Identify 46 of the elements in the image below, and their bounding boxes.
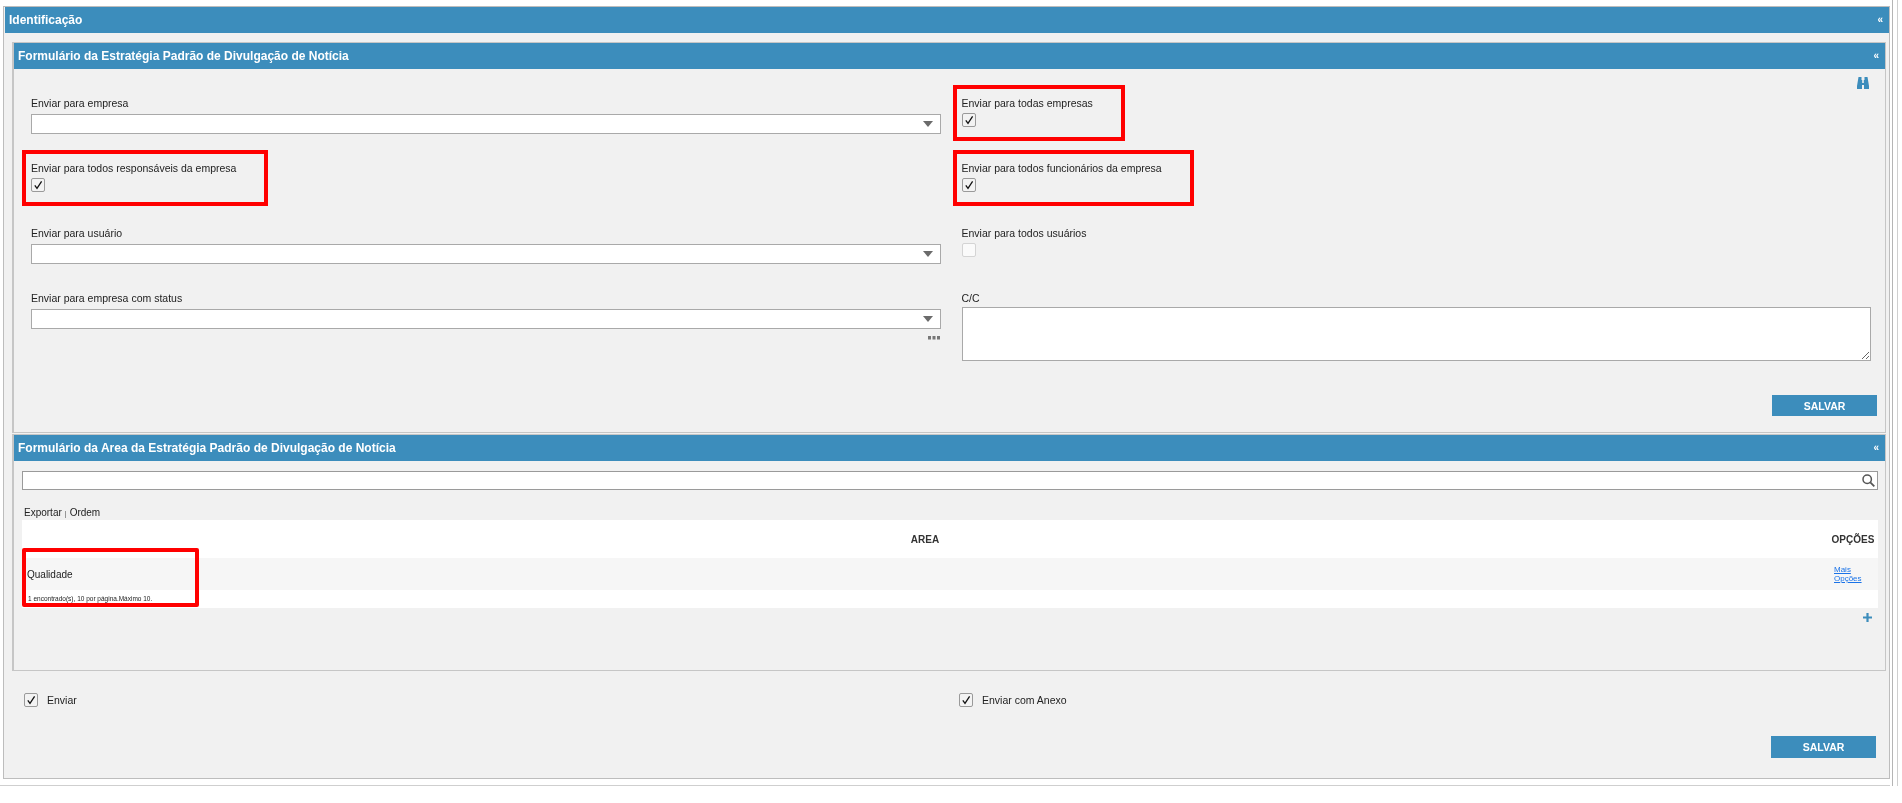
- field-label: Enviar para todos usuários: [961, 226, 1087, 240]
- toolbar-link[interactable]: Exportar: [24, 506, 62, 518]
- checkbox[interactable]: [959, 693, 973, 707]
- table-cell: Qualidade: [27, 568, 73, 580]
- more-options-link[interactable]: Mais Opções: [1834, 565, 1862, 583]
- panel-title: Formulário da Estratégia Padrão de Divulgação de Notícia: [18, 49, 349, 63]
- plus-icon[interactable]: [1863, 613, 1872, 622]
- caret-icon: [922, 251, 933, 257]
- dropdown-field[interactable]: [31, 114, 941, 134]
- text-area-field[interactable]: [961, 307, 1871, 361]
- checkbox[interactable]: [31, 178, 45, 192]
- check-icon: [963, 180, 974, 190]
- check-icon: [26, 695, 36, 705]
- search-field[interactable]: [22, 471, 1878, 490]
- field-label: Enviar para empresa: [31, 96, 130, 110]
- panel-title: Formulário da Area da Estratégia Padrão de Divulgação de Notícia: [18, 441, 396, 455]
- column-header: OPÇÕES: [1830, 533, 1876, 545]
- checkbox[interactable]: [24, 693, 38, 707]
- caret-icon: [922, 316, 933, 322]
- check-icon: [963, 115, 974, 125]
- field-label: Enviar para todos responsáveis da empresa: [31, 161, 237, 175]
- caret-icon: [922, 121, 933, 127]
- search-icon[interactable]: [1862, 474, 1875, 487]
- field-label: Enviar para todos funcionários da empresa: [961, 161, 1162, 175]
- save-button[interactable]: SALVAR: [1771, 736, 1876, 758]
- collapse-button[interactable]: «: [1873, 51, 1879, 61]
- dropdown-field[interactable]: [31, 244, 941, 264]
- check-icon: [33, 180, 43, 190]
- dropdown-field[interactable]: [31, 309, 941, 329]
- field-label: Enviar para usuário: [31, 226, 124, 240]
- field-label: Enviar para todas empresas: [961, 96, 1093, 110]
- collapse-button[interactable]: «: [1873, 443, 1879, 453]
- ellipsis-icon[interactable]: [927, 336, 940, 340]
- check-icon: [961, 695, 971, 705]
- column-header: AREA: [909, 533, 941, 545]
- checkbox[interactable]: [961, 178, 976, 192]
- section-title: Identificação: [9, 13, 83, 27]
- binoculars-icon[interactable]: [1857, 77, 1869, 89]
- field-label: C/C: [961, 291, 981, 305]
- collapse-button[interactable]: «: [1877, 15, 1883, 25]
- checkbox-label: Enviar: [47, 694, 77, 706]
- checkbox[interactable]: [961, 113, 976, 127]
- field-label: Enviar para empresa com status: [31, 291, 184, 305]
- toolbar-link[interactable]: Ordem: [69, 506, 101, 518]
- save-button[interactable]: SALVAR: [1772, 395, 1877, 416]
- checkbox-label: Enviar com Anexo: [982, 694, 1067, 706]
